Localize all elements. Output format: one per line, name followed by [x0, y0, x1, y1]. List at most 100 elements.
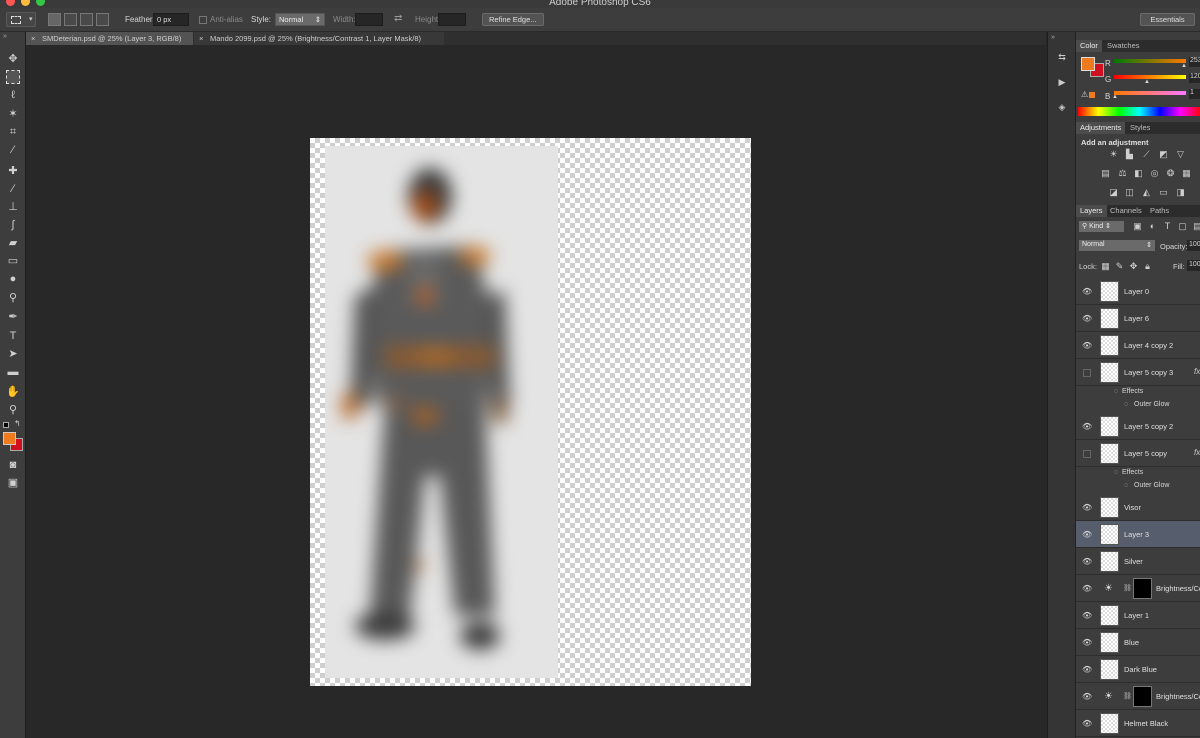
collapse-icon[interactable]: »	[3, 33, 7, 40]
levels-icon[interactable]: ▙	[1124, 149, 1135, 160]
layer-row[interactable]: 👁︎ ☀ ⛓ Brightness/Contrast	[1076, 575, 1200, 602]
intersect-selection-button[interactable]	[96, 13, 109, 26]
history-icon[interactable]: ⇆	[1055, 52, 1069, 66]
eye-icon[interactable]: 👁︎	[1082, 665, 1092, 674]
document-canvas[interactable]	[310, 138, 751, 686]
gamut-swatch[interactable]	[1089, 92, 1095, 98]
layer-row[interactable]: Layer 5 copy fx	[1076, 440, 1200, 467]
layer-effects-group[interactable]: ◌ Effects ◌ Outer Glow	[1076, 386, 1200, 413]
color-balance-icon[interactable]: ⚖	[1117, 168, 1128, 179]
g-slider-thumb[interactable]: ▲	[1144, 79, 1150, 85]
rectangle-icon[interactable]: ▬	[6, 365, 20, 379]
layer-thumbnail[interactable]	[1100, 713, 1119, 734]
marquee-icon[interactable]	[6, 70, 20, 84]
layer-thumbnail[interactable]	[1100, 524, 1119, 545]
visibility-toggle[interactable]	[1083, 369, 1091, 377]
layer-thumbnail[interactable]	[1100, 632, 1119, 653]
eye-icon[interactable]: 👁︎	[1082, 611, 1092, 620]
style-select[interactable]: Normal ⇕	[275, 13, 325, 26]
fx-icon[interactable]: fx	[1194, 448, 1200, 457]
dodge-icon[interactable]: ⚲	[6, 291, 20, 305]
default-colors-icon[interactable]	[3, 422, 9, 428]
b-slider-thumb[interactable]: ▲	[1112, 94, 1118, 100]
eye-icon[interactable]: 👁︎	[1082, 692, 1092, 701]
filter-smart-object-icon[interactable]: ▤	[1192, 221, 1200, 232]
layer-filter-select[interactable]: ⚲ Kind ⇕	[1079, 221, 1124, 232]
layer-effects-group[interactable]: ◌ Effects ◌ Outer Glow	[1076, 467, 1200, 494]
layer-row[interactable]: 👁︎ ☀ ⛓ Brightness/Contrast	[1076, 683, 1200, 710]
height-input[interactable]	[438, 13, 466, 26]
eye-icon[interactable]: 👁︎	[1082, 530, 1092, 539]
layer-thumbnail[interactable]	[1100, 308, 1119, 329]
swap-colors-icon[interactable]: ↰	[14, 419, 21, 428]
antialias-checkbox[interactable]	[199, 16, 207, 24]
document-tab[interactable]: × Mando 2099.psd @ 25% (Brightness/Contr…	[194, 32, 444, 45]
crop-icon[interactable]: ⌗	[6, 125, 20, 139]
black-white-icon[interactable]: ◧	[1133, 168, 1144, 179]
layer-row[interactable]: 👁︎ Layer 5 copy 2	[1076, 413, 1200, 440]
effect-eye-icon[interactable]: ◌	[1124, 401, 1128, 408]
expand-icon[interactable]: »	[1051, 34, 1055, 41]
feather-input[interactable]: 0 px	[153, 13, 189, 26]
actions-icon[interactable]: ▶	[1055, 77, 1069, 91]
lock-all-icon[interactable]: 🔒︎	[1142, 261, 1153, 272]
g-value[interactable]: 120	[1189, 73, 1200, 83]
eye-icon[interactable]: 👁︎	[1082, 584, 1092, 593]
lock-transparent-icon[interactable]: ▦	[1100, 261, 1111, 272]
layer-row[interactable]: 👁︎ Silver	[1076, 548, 1200, 575]
brightness-icon[interactable]: ☀	[1108, 149, 1119, 160]
b-value[interactable]: 1	[1189, 89, 1200, 99]
history-brush-icon[interactable]: ∫	[6, 218, 20, 232]
path-select-icon[interactable]: ➤	[6, 347, 20, 361]
eye-icon[interactable]: 👁︎	[1082, 638, 1092, 647]
layer-thumbnail[interactable]	[1100, 497, 1119, 518]
close-tab-icon[interactable]: ×	[31, 32, 35, 45]
selective-color-icon[interactable]: ◨	[1175, 187, 1186, 198]
move-icon[interactable]: ✥	[6, 52, 20, 66]
clone-stamp-icon[interactable]: ⊥	[6, 200, 20, 214]
eye-icon[interactable]: 👁︎	[1082, 719, 1092, 728]
close-tab-icon[interactable]: ×	[199, 32, 203, 45]
eye-icon[interactable]: 👁︎	[1082, 557, 1092, 566]
layer-thumbnail[interactable]	[1100, 362, 1119, 383]
width-input[interactable]	[355, 13, 383, 26]
layer-row[interactable]: 👁︎ Layer 6	[1076, 305, 1200, 332]
screen-mode-icon[interactable]: ▣	[6, 476, 20, 490]
invert-icon[interactable]: ◪	[1108, 187, 1119, 198]
filter-adjustment-icon[interactable]: ◐	[1147, 221, 1158, 232]
eye-icon[interactable]: 👁︎	[1082, 341, 1092, 350]
eye-icon[interactable]: 👁︎	[1082, 503, 1092, 512]
layer-thumbnail[interactable]	[1100, 416, 1119, 437]
photo-filter-icon[interactable]: ◎	[1149, 168, 1160, 179]
curves-icon[interactable]: ⟋	[1141, 149, 1152, 160]
blend-mode-select[interactable]: Normal ⇕	[1079, 240, 1155, 251]
lock-position-icon[interactable]: ✥	[1128, 261, 1139, 272]
effects-eye-icon[interactable]: ◌	[1114, 469, 1118, 476]
r-slider[interactable]	[1114, 59, 1186, 63]
layer-row[interactable]: Layer 5 copy 3 fx	[1076, 359, 1200, 386]
magic-wand-icon[interactable]: ✶	[6, 107, 20, 121]
filter-shape-icon[interactable]: ▢	[1177, 221, 1188, 232]
tab-adjustments[interactable]: Adjustments	[1076, 122, 1126, 134]
b-slider[interactable]	[1114, 91, 1186, 95]
workspace-switcher[interactable]: Essentials	[1140, 13, 1195, 26]
opacity-input[interactable]: 100	[1187, 240, 1200, 251]
color-lookup-icon[interactable]: ▦	[1181, 168, 1192, 179]
pen-icon[interactable]: ✒	[6, 310, 20, 324]
gradient-icon[interactable]: ▭	[6, 254, 20, 268]
layer-thumbnail[interactable]	[1100, 281, 1119, 302]
eye-icon[interactable]: 👁︎	[1082, 422, 1092, 431]
document-tab-active[interactable]: × SMDeterian.psd @ 25% (Layer 3, RGB/8)	[26, 32, 193, 45]
lasso-icon[interactable]: ℓ	[6, 88, 20, 102]
tab-styles[interactable]: Styles	[1126, 122, 1154, 134]
new-selection-button[interactable]	[48, 13, 61, 26]
quick-mask-icon[interactable]: ◙	[6, 458, 20, 472]
layer-mask-thumbnail[interactable]	[1133, 578, 1152, 599]
eraser-icon[interactable]: ▰	[6, 236, 20, 250]
color-panel-foreground-swatch[interactable]	[1081, 57, 1095, 71]
tab-color[interactable]: Color	[1076, 40, 1102, 52]
posterize-icon[interactable]: ◫	[1124, 187, 1135, 198]
tab-channels[interactable]: Channels	[1106, 205, 1146, 217]
lock-image-icon[interactable]: ✎	[1114, 261, 1125, 272]
link-icon[interactable]: ⛓	[1123, 692, 1132, 700]
